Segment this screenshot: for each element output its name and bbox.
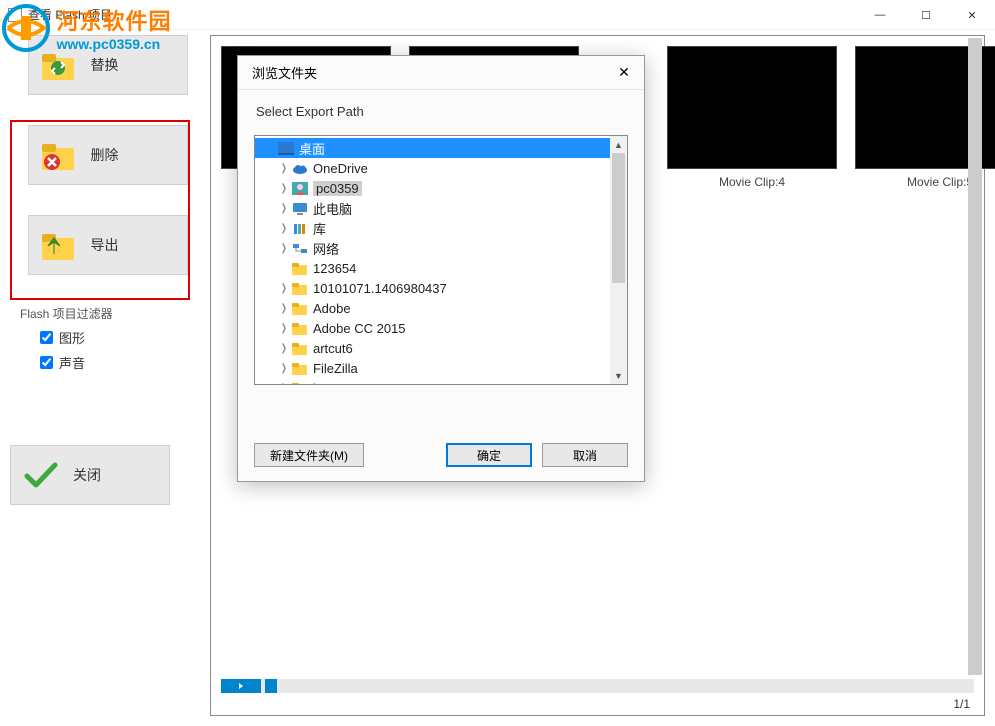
window-titlebar: 查看 Flash 项目 — ☐ ✕ — [0, 0, 995, 30]
expander-icon[interactable]: ❯ — [279, 383, 289, 386]
tree-item[interactable]: 123654 — [255, 258, 627, 278]
expander-icon[interactable]: ❯ — [279, 323, 289, 334]
tree-label: OneDrive — [313, 161, 368, 176]
filter-sound-label: 声音 — [59, 353, 85, 372]
export-icon — [39, 225, 79, 265]
user-icon — [291, 180, 309, 196]
dialog-title: 浏览文件夹 — [252, 63, 317, 82]
tree-scrollbar[interactable]: ▲ ▼ — [610, 136, 627, 384]
tree-label: Adobe CC 2015 — [313, 321, 406, 336]
tree-item[interactable]: ❯ 网络 — [255, 238, 627, 258]
folder-icon — [291, 360, 309, 376]
cloud-icon — [291, 160, 309, 176]
cancel-button[interactable]: 取消 — [542, 443, 628, 467]
tree-item[interactable]: ❯库 — [255, 218, 627, 238]
tree-item[interactable]: ❯ FileZilla — [255, 358, 627, 378]
tree-label: Adobe — [313, 301, 351, 316]
tree-item[interactable]: ❯ 此电脑 — [255, 198, 627, 218]
filter-title: Flash 项目过滤器 — [20, 305, 205, 322]
tree-label: pc0359 — [313, 181, 362, 196]
tree-item[interactable]: ❯ Adobe CC 2015 — [255, 318, 627, 338]
filter-sound-input[interactable] — [40, 356, 53, 369]
folder-icon — [291, 260, 309, 276]
close-button[interactable]: 关闭 — [10, 445, 170, 505]
desktop-icon — [277, 140, 295, 156]
replace-icon — [39, 45, 79, 85]
expander-icon[interactable]: ❯ — [279, 303, 289, 314]
expander-icon[interactable]: ❯ — [279, 223, 289, 234]
thumbnail-cell[interactable]: Movie Clip:4 — [667, 46, 837, 196]
tree-root[interactable]: 桌面 — [255, 138, 627, 158]
scroll-up-icon[interactable]: ▲ — [610, 136, 627, 153]
ok-button[interactable]: 确定 — [446, 443, 532, 467]
replace-label: 替换 — [91, 55, 119, 75]
window-minimize-button[interactable]: — — [857, 0, 903, 30]
dialog-subtitle: Select Export Path — [238, 90, 644, 123]
folder-tree: 桌面 ❯OneDrive❯pc0359❯此电脑❯库❯网络123654❯10101… — [254, 135, 628, 385]
tree-label: img — [313, 381, 334, 386]
folder-icon — [291, 280, 309, 296]
thumbnail-image — [667, 46, 837, 169]
dialog-close-button[interactable]: ✕ — [610, 60, 638, 86]
expander-icon[interactable]: ❯ — [279, 183, 289, 194]
check-icon — [21, 455, 61, 495]
delete-label: 删除 — [91, 145, 119, 165]
tree-item[interactable]: ❯ 10101071.1406980437 — [255, 278, 627, 298]
dialog-titlebar: 浏览文件夹 ✕ — [238, 56, 644, 90]
tree-label: 桌面 — [299, 139, 325, 158]
expander-icon[interactable]: ❯ — [279, 343, 289, 354]
tree-item[interactable]: ❯ OneDrive — [255, 158, 627, 178]
folder-icon — [291, 320, 309, 336]
scroll-down-icon[interactable]: ▼ — [610, 367, 627, 384]
page-indicator: 1/1 — [953, 697, 970, 711]
net-icon — [291, 240, 309, 256]
tree-label: 此电脑 — [313, 199, 352, 218]
expander-icon[interactable]: ❯ — [279, 203, 289, 214]
tree-label: artcut6 — [313, 341, 353, 356]
app-icon — [8, 8, 22, 22]
tree-item[interactable]: ❯ pc0359 — [255, 178, 627, 198]
delete-button[interactable]: 删除 — [28, 125, 188, 185]
horizontal-scrollbar[interactable] — [221, 679, 974, 693]
window-maximize-button[interactable]: ☐ — [903, 0, 949, 30]
tree-item[interactable]: ❯ Adobe — [255, 298, 627, 318]
folder-icon — [291, 340, 309, 356]
window-close-button[interactable]: ✕ — [949, 0, 995, 30]
expander-icon[interactable]: ❯ — [279, 163, 289, 174]
expander-icon[interactable]: ❯ — [279, 363, 289, 374]
vertical-scrollbar[interactable] — [968, 38, 982, 675]
tree-item[interactable]: ❯ img — [255, 378, 627, 385]
export-button[interactable]: 导出 — [28, 215, 188, 275]
scrollbar-knob[interactable] — [265, 679, 277, 693]
left-sidebar: 替换 删除 导出 Flash 项目过滤器 图形 声音 关闭 — [10, 35, 205, 716]
expander-icon[interactable]: ❯ — [279, 283, 289, 294]
tree-item[interactable]: ❯ artcut6 — [255, 338, 627, 358]
new-folder-button[interactable]: 新建文件夹(M) — [254, 443, 364, 467]
tree-label: 库 — [313, 219, 326, 238]
filter-shape-label: 图形 — [59, 328, 85, 347]
folder-icon — [291, 380, 309, 385]
close-label: 关闭 — [73, 465, 101, 485]
expander-icon[interactable]: ❯ — [279, 243, 289, 254]
window-title: 查看 Flash 项目 — [28, 6, 112, 23]
tree-label: FileZilla — [313, 361, 358, 376]
browse-folder-dialog: 浏览文件夹 ✕ Select Export Path 桌面 ❯OneDrive❯… — [237, 55, 645, 482]
folder-icon — [291, 300, 309, 316]
export-label: 导出 — [91, 235, 119, 255]
filter-shape-checkbox[interactable]: 图形 — [40, 328, 205, 347]
tree-label: 网络 — [313, 239, 339, 258]
replace-button[interactable]: 替换 — [28, 35, 188, 95]
thumbnail-label: Movie Clip:4 — [667, 175, 837, 189]
pc-icon — [291, 200, 309, 216]
scrollbar-play-button[interactable] — [221, 679, 261, 693]
lib-icon — [291, 220, 309, 236]
filter-sound-checkbox[interactable]: 声音 — [40, 353, 205, 372]
delete-icon — [39, 135, 79, 175]
tree-label: 10101071.1406980437 — [313, 281, 447, 296]
tree-label: 123654 — [313, 261, 356, 276]
filter-shape-input[interactable] — [40, 331, 53, 344]
scrollbar-thumb[interactable] — [612, 153, 625, 283]
